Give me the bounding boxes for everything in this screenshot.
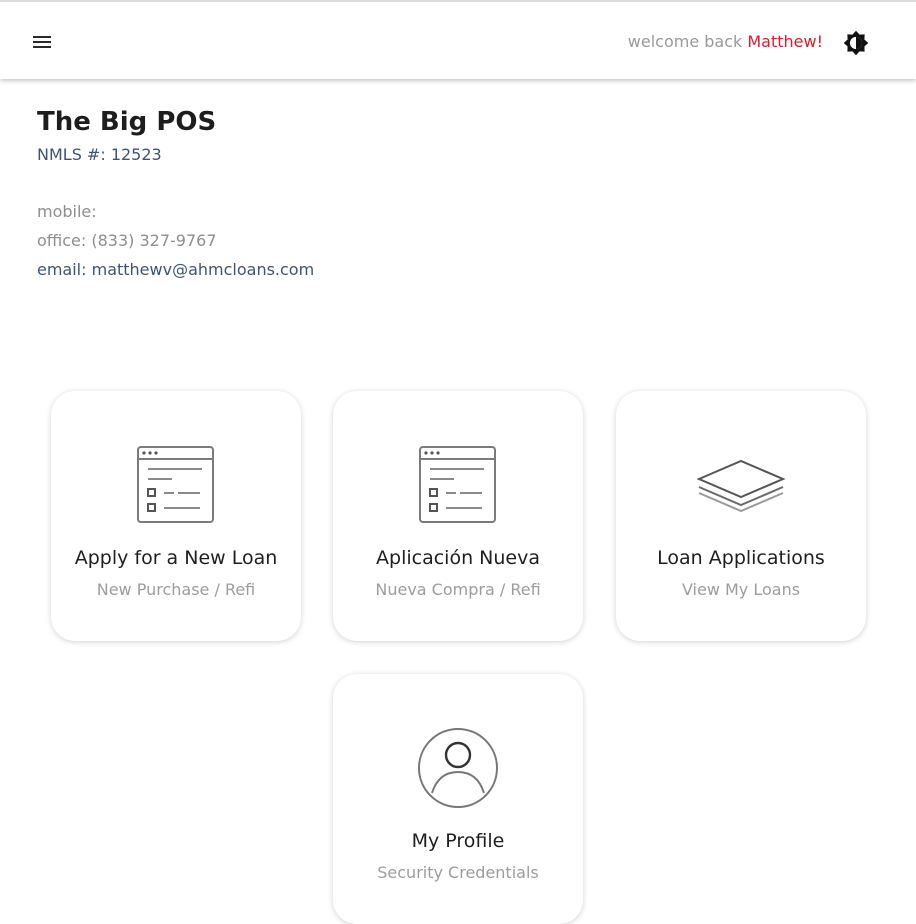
user-name: Matthew! [747,32,823,51]
mobile-line: mobile: [37,202,97,221]
card-subtitle: New Purchase / Refi [96,580,256,599]
apply-new-loan-card[interactable]: Apply for a New Loan New Purchase / Refi [51,391,301,641]
application-form-icon [137,446,214,523]
loan-applications-card[interactable]: Loan Applications View My Loans [616,391,866,641]
card-subtitle: Nueva Compra / Refi [375,580,541,599]
menu-icon [33,36,51,48]
layers-icon [696,459,786,513]
theme-toggle-button[interactable] [840,27,872,59]
nmls-number: NMLS #: 12523 [37,145,162,164]
aplicacion-nueva-card[interactable]: Aplicación Nueva Nueva Compra / Refi [333,391,583,641]
card-title: Aplicación Nueva [376,547,540,569]
card-subtitle: View My Loans [681,580,801,599]
welcome-message: welcome back Matthew! [628,32,823,51]
card-title: Apply for a New Loan [74,547,278,569]
welcome-prefix: welcome back [627,32,748,51]
my-profile-card[interactable]: My Profile Security Credentials [333,674,583,924]
contact-details: mobile: office: (833) 327-9767 email: ma… [37,197,314,284]
card-subtitle: Security Credentials [377,863,539,882]
card-title: Loan Applications [657,547,825,569]
menu-button[interactable] [26,26,58,58]
office-phone-line: office: (833) 327-9767 [37,231,217,250]
email-line[interactable]: email: matthewv@ahmcloans.com [37,255,314,284]
user-profile-icon [418,728,498,808]
company-info: The Big POS NMLS #: 12523 [37,104,737,165]
company-name: The Big POS [37,107,217,137]
brightness-icon [843,30,869,56]
top-app-bar: welcome back Matthew! [0,0,916,79]
application-form-icon [419,446,496,523]
card-title: My Profile [411,830,505,852]
